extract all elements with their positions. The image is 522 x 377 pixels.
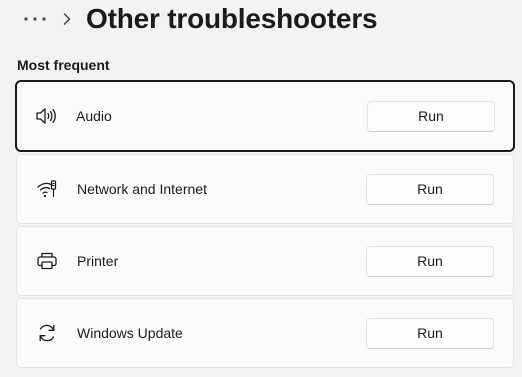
run-audio-button[interactable]: Run	[367, 100, 495, 132]
troubleshooter-label: Windows Update	[77, 325, 183, 341]
chevron-right-icon	[63, 13, 71, 25]
troubleshooter-item-printer[interactable]: Printer Run	[16, 226, 514, 296]
troubleshooter-label: Audio	[76, 108, 112, 124]
page-header: Other troubleshooters	[20, 0, 378, 38]
troubleshooter-item-windows-update[interactable]: Windows Update Run	[16, 298, 514, 368]
network-wifi-icon	[35, 177, 59, 201]
troubleshooter-label: Network and Internet	[77, 181, 207, 197]
more-options-button[interactable]	[20, 4, 50, 34]
troubleshooter-item-audio[interactable]: Audio Run	[15, 80, 515, 152]
troubleshooter-item-network[interactable]: Network and Internet Run	[16, 154, 514, 224]
run-printer-button[interactable]: Run	[366, 245, 494, 277]
sync-update-icon	[35, 321, 59, 345]
run-network-button[interactable]: Run	[366, 173, 494, 205]
page-title: Other troubleshooters	[86, 3, 378, 34]
breadcrumb-separator	[60, 9, 74, 29]
speaker-icon	[34, 104, 58, 128]
printer-icon	[35, 249, 59, 273]
troubleshooter-label: Printer	[77, 253, 119, 269]
section-title-most-frequent: Most frequent	[17, 57, 110, 73]
run-windows-update-button[interactable]: Run	[366, 317, 494, 349]
more-horizontal-icon	[24, 17, 46, 21]
troubleshooter-list: Audio Run Network and Internet Run Print…	[15, 80, 515, 370]
